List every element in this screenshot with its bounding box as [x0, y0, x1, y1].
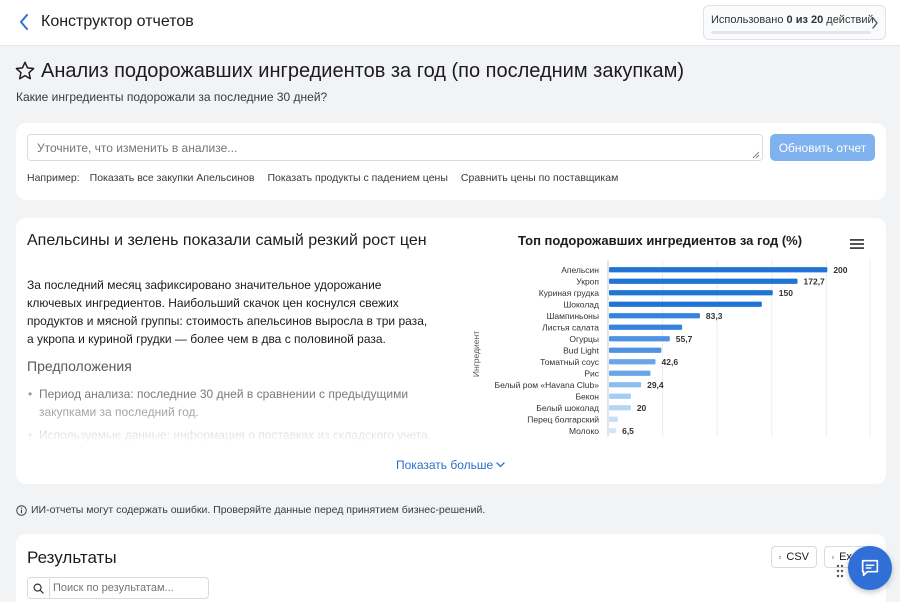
list-item: Период анализа: последние 30 дней в срав…	[27, 385, 447, 421]
refresh-report-button[interactable]: Обновить отчет	[770, 134, 875, 161]
file-icon	[779, 555, 782, 559]
assumptions-list: Период анализа: последние 30 дней в срав…	[27, 385, 447, 449]
info-circle-icon	[16, 504, 27, 516]
search-input[interactable]	[53, 580, 203, 596]
bar	[609, 393, 631, 399]
bar	[609, 313, 700, 319]
disclaimer: ИИ-отчеты могут содержать ошибки. Провер…	[16, 504, 485, 516]
bar	[609, 359, 656, 365]
category-label: Апельсин	[561, 265, 599, 275]
examples-label: Например:	[27, 172, 80, 184]
bar-chart: Ингредиент Апельсин 200 Укроп 172,7 Куриная г…	[471, 260, 871, 437]
refine-card: Обновить отчет Например: Показать все за…	[16, 123, 886, 200]
csv-export-button[interactable]: CSV	[771, 546, 817, 568]
y-axis-label: Ингредиент	[471, 331, 481, 377]
examples-row: Например: Показать все закупки Апельсино…	[27, 172, 631, 184]
category-label: Шоколад	[563, 299, 599, 309]
category-label: Листья салата	[542, 322, 599, 332]
bar	[609, 405, 631, 411]
assumptions-heading: Предположения	[27, 358, 132, 374]
data-label: 55,7	[676, 334, 693, 344]
bar	[609, 347, 662, 353]
category-label: Белый шоколад	[536, 403, 599, 413]
analysis-heading: Апельсины и зелень показали самый резкий…	[27, 232, 427, 249]
search-box	[27, 577, 209, 599]
data-label: 200	[833, 265, 847, 275]
results-card: Результаты CSV Excel	[16, 534, 886, 602]
chat-button[interactable]	[848, 546, 892, 590]
bar	[609, 382, 642, 388]
chevron-right-icon	[872, 17, 878, 29]
example-link[interactable]: Сравнить цены по поставщикам	[461, 172, 618, 184]
top-bar: Конструктор отчетов Использовано 0 из 20…	[0, 0, 900, 46]
data-label: 83,3	[706, 311, 723, 321]
data-label: 42,6	[662, 357, 679, 367]
chart-title: Топ подорожавших ингредиентов за год (%)	[518, 233, 803, 248]
results-title: Результаты	[27, 548, 117, 567]
data-label: 20	[637, 403, 647, 413]
usage-count: 0 из 20	[786, 14, 824, 26]
category-label: Bud Light	[563, 345, 600, 355]
search-icon-container	[28, 578, 50, 598]
bar	[609, 301, 762, 307]
list-item: Используемые данные: информация о постав…	[27, 426, 447, 444]
chat-bubble-icon	[861, 559, 879, 577]
chevron-left-icon	[20, 14, 28, 30]
hamburger-menu-icon[interactable]	[850, 238, 864, 250]
bar	[609, 290, 773, 296]
category-label: Рис	[584, 368, 599, 378]
chevron-down-icon	[496, 462, 505, 468]
data-label: 29,4	[647, 380, 664, 390]
category-label: Бекон	[575, 391, 599, 401]
bar	[609, 370, 651, 376]
drag-handle-icon[interactable]	[836, 564, 844, 578]
category-label: Куриная грудка	[539, 288, 600, 298]
app-title: Конструктор отчетов	[41, 13, 194, 30]
bar	[609, 336, 670, 342]
file-icon	[832, 555, 835, 559]
category-label: Молоко	[569, 426, 599, 436]
analysis-body: За последний месяц зафиксировано значите…	[27, 278, 428, 346]
data-label: 6,5	[622, 426, 634, 436]
star-outline-icon[interactable]	[14, 60, 36, 82]
category-label: Укроп	[576, 276, 599, 286]
data-label: 172,7	[804, 276, 826, 286]
category-label: Перец болгарский	[527, 414, 599, 424]
bar	[609, 428, 617, 434]
example-link[interactable]: Показать все закупки Апельсинов	[90, 172, 255, 184]
example-link[interactable]: Показать продукты с падением цены	[267, 172, 447, 184]
category-label: Томатный соус	[540, 357, 600, 367]
page-subtitle: Какие ингредиенты подорожали за последни…	[16, 90, 328, 104]
category-label: Огурцы	[569, 334, 599, 344]
bar	[609, 416, 618, 422]
category-label: Белый ром «Havana Club»	[495, 380, 600, 390]
bar	[609, 267, 828, 273]
page-title: Анализ подорожавших ингредиентов за год …	[41, 60, 684, 82]
bar	[609, 278, 798, 284]
bar	[609, 324, 683, 330]
back-button[interactable]	[14, 11, 34, 33]
usage-progress-bar	[711, 31, 871, 34]
refine-input[interactable]	[27, 134, 763, 161]
show-more-link[interactable]: Показать больше	[396, 458, 505, 472]
usage-text: Использовано 0 из 20 действий	[711, 14, 874, 26]
category-label: Шампиньоны	[547, 311, 599, 321]
usage-indicator[interactable]: Использовано 0 из 20 действий	[703, 5, 886, 40]
data-label: 150	[779, 288, 793, 298]
analysis-card: Апельсины и зелень показали самый резкий…	[16, 218, 886, 484]
search-icon	[33, 583, 44, 594]
